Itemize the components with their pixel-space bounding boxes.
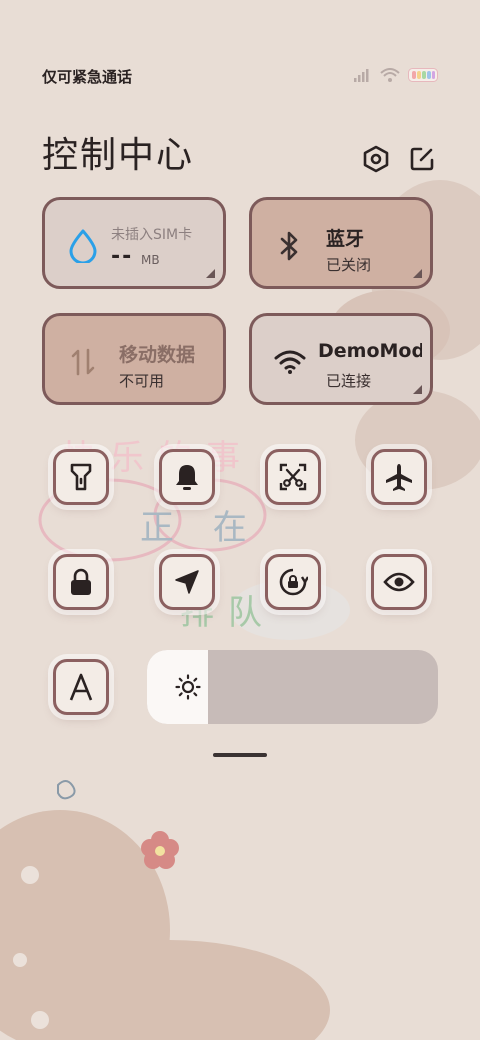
airplane-icon xyxy=(386,464,412,491)
scissors-icon xyxy=(279,463,307,491)
water-drop-icon xyxy=(67,228,99,264)
data-transfer-icon xyxy=(67,344,99,380)
bell-icon xyxy=(176,465,198,490)
gear-icon xyxy=(363,145,389,173)
rotation-lock-icon xyxy=(279,568,308,596)
wifi-status-icon xyxy=(380,68,400,82)
location-arrow-icon xyxy=(175,570,199,594)
drag-handle[interactable] xyxy=(213,753,267,757)
wifi-tile[interactable]: DemoMod 已连接 xyxy=(249,313,433,405)
expand-corner-icon xyxy=(413,269,422,278)
flashlight-icon xyxy=(70,463,92,491)
status-icons xyxy=(354,68,438,82)
screenshot-toggle[interactable] xyxy=(265,449,321,505)
wallpaper-text-2: 正 在 xyxy=(140,508,261,548)
lock-screen-toggle[interactable] xyxy=(53,554,109,610)
sim-status-label: 未插入SIM卡 xyxy=(111,227,193,243)
bluetooth-status: 已关闭 xyxy=(326,256,372,274)
reading-mode-toggle[interactable] xyxy=(371,554,427,610)
edit-button[interactable] xyxy=(406,143,438,175)
auto-brightness-toggle[interactable] xyxy=(53,659,109,715)
wifi-network-name: DemoMod xyxy=(318,340,422,362)
brightness-slider[interactable] xyxy=(147,650,438,724)
bluetooth-title: 蓝牙 xyxy=(326,228,365,250)
battery-icon xyxy=(408,68,438,82)
flashlight-toggle[interactable] xyxy=(53,449,109,505)
edit-icon xyxy=(410,147,434,171)
wifi-status: 已连接 xyxy=(326,372,372,390)
sun-icon xyxy=(175,674,201,700)
expand-corner-icon xyxy=(413,385,422,394)
auto-brightness-icon xyxy=(69,673,93,701)
eye-icon xyxy=(383,572,415,592)
bluetooth-tile[interactable]: 蓝牙 已关闭 xyxy=(249,197,433,289)
mobile-data-tile[interactable]: 移动数据 不可用 xyxy=(42,313,226,405)
airplane-mode-toggle[interactable] xyxy=(371,449,427,505)
settings-button[interactable] xyxy=(360,143,392,175)
mute-toggle[interactable] xyxy=(159,449,215,505)
page-title: 控制中心 xyxy=(42,135,195,176)
location-toggle[interactable] xyxy=(159,554,215,610)
data-usage-unit: MB xyxy=(141,253,160,267)
lock-icon xyxy=(71,568,91,595)
data-usage-value: -- xyxy=(111,244,134,269)
signal-icon xyxy=(354,69,369,82)
rotation-lock-toggle[interactable] xyxy=(265,554,321,610)
mobile-data-status: 不可用 xyxy=(119,372,165,390)
data-usage-tile[interactable]: 未插入SIM卡 -- MB xyxy=(42,197,226,289)
wifi-icon xyxy=(274,344,306,380)
expand-corner-icon xyxy=(206,269,215,278)
mobile-data-title: 移动数据 xyxy=(119,344,196,366)
carrier-status: 仅可紧急通话 xyxy=(42,68,133,86)
bluetooth-icon xyxy=(274,228,306,264)
